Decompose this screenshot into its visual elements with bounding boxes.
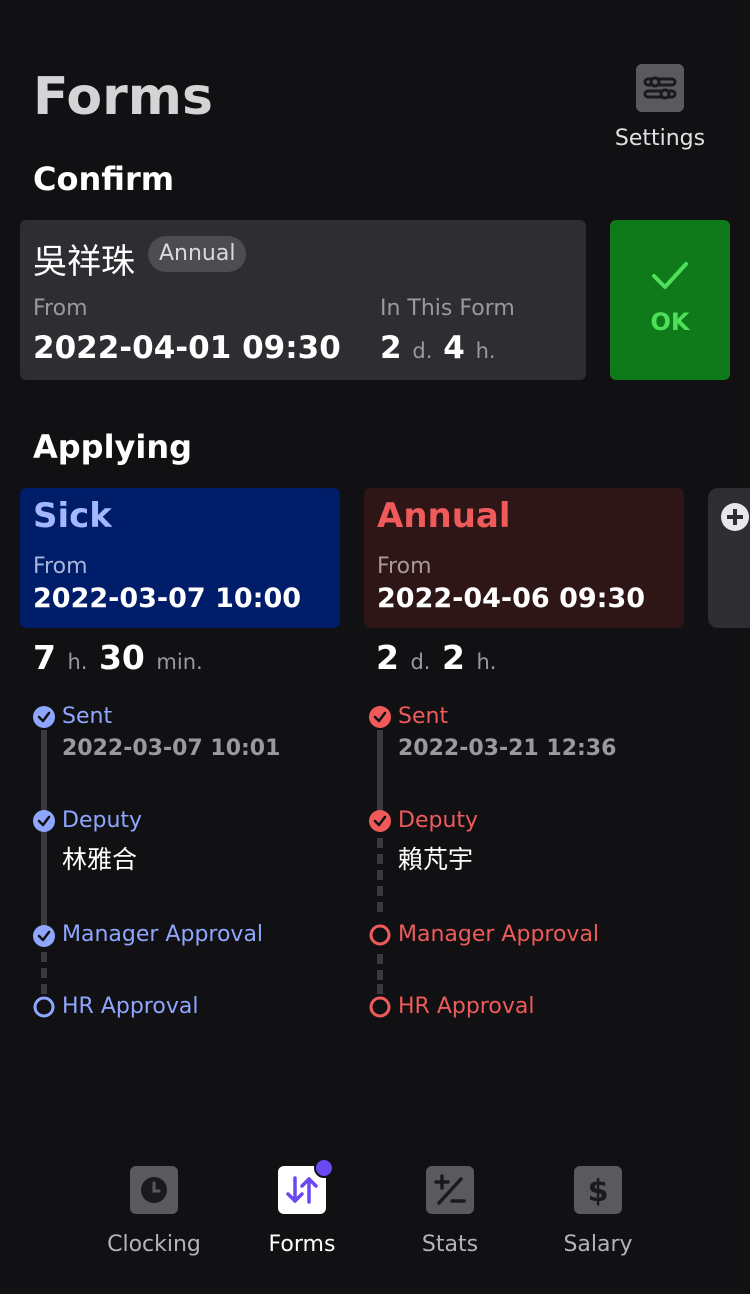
- timeline-connector: [377, 730, 383, 820]
- add-form-button[interactable]: [708, 488, 750, 628]
- timeline-step-detail: 2022-03-07 10:01: [62, 736, 281, 761]
- tab-stats[interactable]: Stats: [390, 1166, 510, 1257]
- check-circle-icon: [369, 706, 391, 728]
- check-icon: [652, 262, 688, 289]
- swap-arrows-icon: [278, 1158, 334, 1214]
- notification-badge: [314, 1158, 334, 1178]
- dollar-icon: $: [574, 1166, 622, 1214]
- timeline-pending-connector: [377, 838, 383, 994]
- timeline-step-label: Manager Approval: [62, 922, 264, 947]
- tab-label: Clocking: [107, 1232, 201, 1257]
- in-form-label: In This Form: [380, 296, 515, 321]
- timeline-step-label: Sent: [398, 704, 449, 729]
- svg-text:$: $: [588, 1174, 609, 1207]
- ok-label: OK: [650, 308, 690, 336]
- from-value: 2022-03-07 10:00: [33, 583, 302, 614]
- timeline-step-label: Deputy: [398, 808, 479, 833]
- from-value: 2022-04-06 09:30: [377, 583, 646, 614]
- hours-value: 4: [443, 330, 465, 366]
- applying-heading: Applying: [33, 428, 193, 466]
- duration-unit: min.: [156, 650, 203, 674]
- timeline-step-label: HR Approval: [398, 994, 535, 1019]
- tab-forms[interactable]: Forms: [242, 1158, 362, 1257]
- leave-type: Annual: [377, 496, 511, 536]
- days-unit: d.: [412, 339, 433, 363]
- check-circle-icon: [369, 810, 391, 832]
- timeline-step-label: HR Approval: [62, 994, 199, 1019]
- leave-form-card-annual[interactable]: Annual From 2022-04-06 09:30: [364, 488, 684, 628]
- from-label: From: [33, 296, 88, 321]
- plus-minus-icon: [426, 1166, 474, 1214]
- timeline-pending-connector: [41, 952, 47, 994]
- sliders-icon: [636, 64, 684, 112]
- tab-salary[interactable]: $ Salary: [538, 1166, 658, 1257]
- pending-circle-icon: [369, 924, 391, 946]
- sick-duration: 7 h. 30 min.: [33, 638, 203, 677]
- employee-name: 吳祥珠: [33, 242, 135, 282]
- tab-label: Stats: [421, 1232, 479, 1257]
- duration-unit: h.: [476, 650, 497, 674]
- tab-label: Forms: [268, 1232, 336, 1257]
- leave-form-card-sick[interactable]: Sick From 2022-03-07 10:00: [20, 488, 340, 628]
- plus-circle-icon: [721, 503, 749, 531]
- timeline-step-detail: 賴芃宇: [398, 845, 474, 874]
- settings-button[interactable]: Settings: [613, 64, 707, 151]
- tab-label: Salary: [563, 1232, 633, 1257]
- from-value: 2022-04-01 09:30: [33, 330, 341, 366]
- tab-clocking[interactable]: Clocking: [94, 1166, 214, 1257]
- duration-value: 2: [441, 638, 465, 677]
- from-label: From: [33, 554, 88, 579]
- timeline-step-label: Manager Approval: [398, 922, 600, 947]
- check-circle-icon: [33, 810, 55, 832]
- duration-value: 2: [376, 638, 399, 677]
- days-value: 2: [380, 330, 402, 366]
- page-title: Forms: [33, 67, 213, 127]
- timeline-step-detail: 2022-03-21 12:36: [398, 736, 617, 761]
- pending-circle-icon: [33, 996, 55, 1018]
- pending-circle-icon: [369, 996, 391, 1018]
- from-label: From: [377, 554, 432, 579]
- confirm-heading: Confirm: [33, 160, 175, 198]
- ok-button[interactable]: OK: [610, 220, 730, 380]
- duration-unit: d.: [410, 650, 431, 674]
- leave-type: Sick: [33, 496, 112, 536]
- check-circle-icon: [33, 706, 55, 728]
- check-circle-icon: [33, 925, 55, 947]
- timeline-step-label: Sent: [62, 704, 113, 729]
- timeline-step-label: Deputy: [62, 808, 143, 833]
- timeline-step-detail: 林雅合: [62, 845, 138, 874]
- confirm-card[interactable]: 吳祥珠 Annual From 2022-04-01 09:30 In This…: [20, 220, 586, 380]
- settings-label: Settings: [614, 126, 706, 151]
- duration-value: 30: [98, 638, 145, 677]
- duration-value: 7: [33, 638, 56, 677]
- hours-unit: h.: [475, 339, 496, 363]
- leave-type-tag: Annual: [148, 236, 247, 272]
- clock-icon: [130, 1166, 178, 1214]
- in-form-duration: 2 d. 4 h.: [380, 330, 496, 366]
- duration-unit: h.: [67, 650, 88, 674]
- annual-duration: 2 d. 2 h.: [376, 638, 496, 677]
